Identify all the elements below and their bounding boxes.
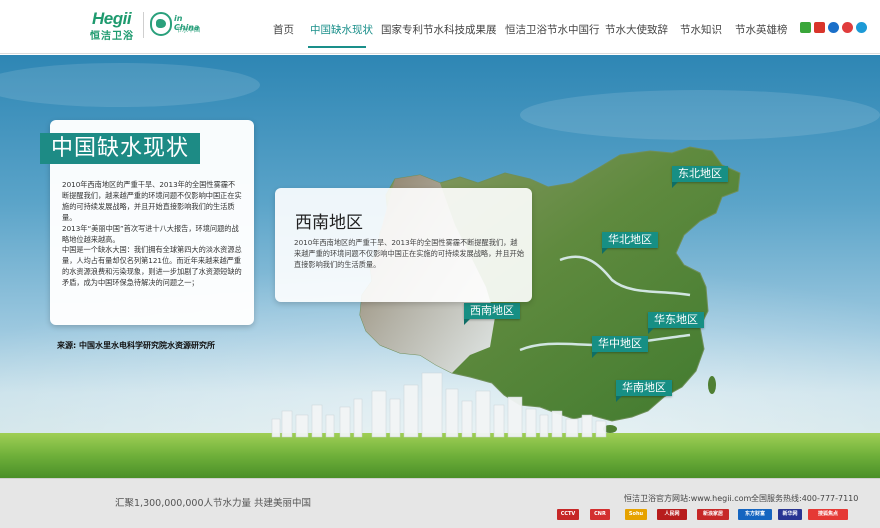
qzone-icon[interactable]	[800, 22, 811, 33]
popup-description: 2010年西南地区的严重干旱、2013年的全国性雾霾不断提醒我们，越来越严重的环…	[294, 238, 525, 269]
region-tag-east[interactable]: 华东地区	[648, 312, 704, 334]
region-tag-north[interactable]: 华北地区	[602, 232, 658, 254]
nav-active-indicator	[308, 46, 366, 48]
hegii-logo-cn: 恒洁卫浴	[90, 31, 134, 42]
service-hotline: 全国服务热线:400-777-7110	[751, 494, 859, 503]
partner-logo-cnr[interactable]: CNR	[590, 509, 610, 520]
partner-logo-sohu[interactable]: Sohu	[625, 509, 647, 520]
description-paragraph: 2010年西南地区的严重干旱、2013年的全国性雾霾不断提醒我们，越来越严重的环…	[62, 180, 242, 222]
partner-logo-xinhua[interactable]: 新华网	[778, 509, 802, 520]
page-title: 中国缺水现状	[40, 133, 201, 164]
site-footer: 汇聚1,300,000,000人节水力量 共建美丽中国 恒洁卫浴官方网站:www…	[0, 478, 880, 528]
water-saving-china-logo: in China 节水中国	[150, 12, 200, 40]
partner-logo-eastmoney[interactable]: 东方财富	[738, 509, 772, 520]
partner-logo-focus[interactable]: 搜狐焦点	[808, 509, 848, 520]
partner-logo-sina-home[interactable]: 新浪家居	[697, 509, 729, 520]
nav-water-knowledge[interactable]: 节水知识	[680, 22, 722, 37]
water-shortage-description: 2010年西南地区的严重干旱、2013年的全国性雾霾不断提醒我们，越来越严重的环…	[62, 180, 242, 289]
hegii-logo[interactable]: Hegii 恒洁卫浴	[90, 9, 140, 42]
partner-logo-people[interactable]: 人民网	[657, 509, 687, 520]
description-paragraph: 中国是一个缺水大国：我们拥有全球第四大的淡水资源总量，人均占有量却仅名列第121…	[62, 245, 242, 288]
water-saving-china-logo-cn: 节水中国	[176, 27, 201, 34]
nav-heroes-list[interactable]: 节水英雄榜	[735, 22, 788, 37]
nav-patent-exhibition[interactable]: 国家专利节水科技成果展	[381, 22, 497, 37]
logo-divider	[143, 12, 144, 38]
partner-logo-cctv[interactable]: CCTV	[557, 509, 579, 520]
renren-icon[interactable]	[814, 22, 825, 33]
region-tag-south[interactable]: 华南地区	[616, 380, 672, 402]
china-map-logo-icon	[150, 12, 172, 36]
footer-slogan: 汇聚1,300,000,000人节水力量 共建美丽中国	[115, 498, 312, 509]
tencent-weibo-icon[interactable]	[856, 22, 867, 33]
hegii-logo-brand: Hegii	[92, 9, 132, 28]
region-tag-northeast[interactable]: 东北地区	[672, 166, 728, 188]
kaixin-icon[interactable]	[828, 22, 839, 33]
nav-hegii-tour[interactable]: 恒洁卫浴节水中国行	[505, 22, 600, 37]
region-tag-southwest[interactable]: 西南地区	[464, 303, 520, 325]
nav-home[interactable]: 首页	[273, 22, 294, 37]
weibo-icon[interactable]	[842, 22, 853, 33]
site-header: Hegii 恒洁卫浴 in China 节水中国 首页 中国缺水现状 国家专利节…	[0, 0, 880, 54]
official-site-link[interactable]: 恒洁卫浴官方网站:www.hegii.com	[624, 493, 751, 504]
nav-ambassador-speech[interactable]: 节水大使致辞	[605, 22, 668, 37]
region-tag-central[interactable]: 华中地区	[592, 336, 648, 358]
description-paragraph: 2013年“美丽中国”首次写进十八大报告，环境问题的战略地位越来越高。	[62, 223, 239, 244]
popup-title: 西南地区	[295, 213, 363, 233]
nav-water-shortage-status[interactable]: 中国缺水现状	[310, 22, 373, 37]
data-source: 来源: 中国水里水电科学研究院水资源研究所	[57, 341, 215, 350]
